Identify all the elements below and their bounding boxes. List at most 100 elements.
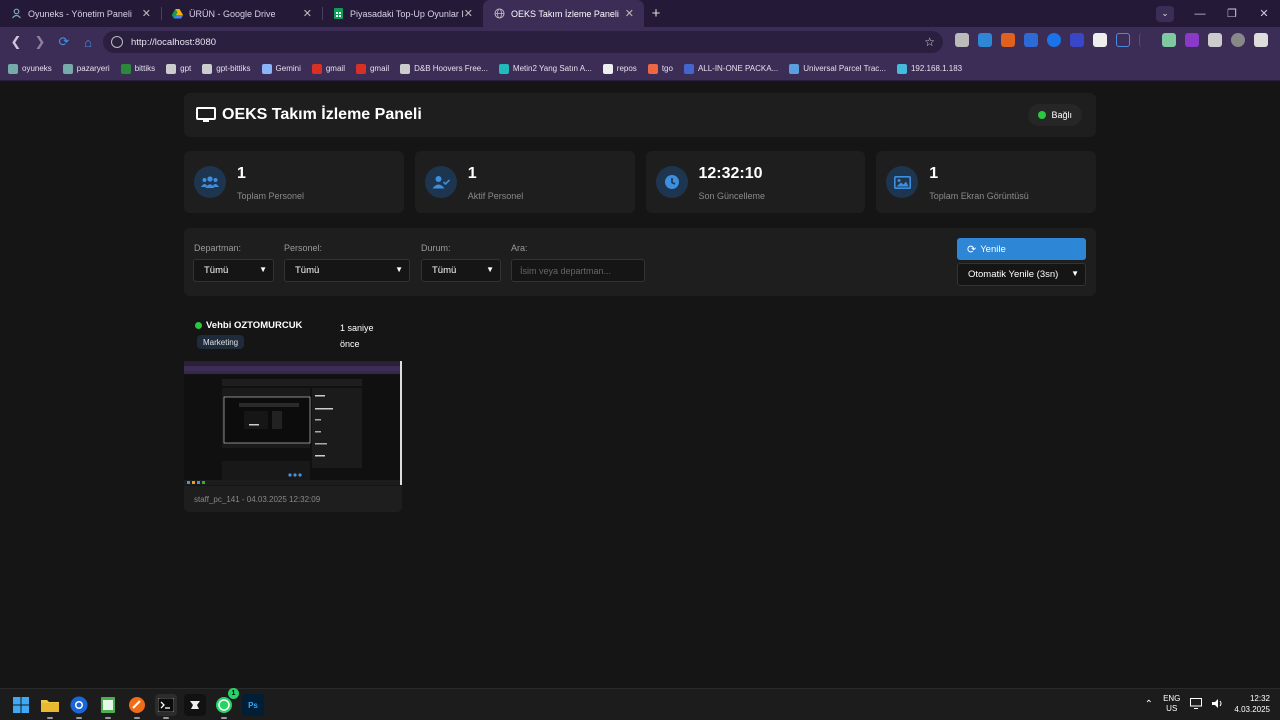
stat-label: Toplam Personel — [237, 191, 305, 201]
bookmark-item[interactable]: pazaryeri — [62, 63, 110, 74]
notepad-icon[interactable] — [97, 694, 119, 719]
extension-icon[interactable] — [1070, 33, 1084, 47]
bookmark-item[interactable]: Gemini — [261, 63, 301, 74]
clock-date: 4.03.2025 — [1234, 705, 1270, 714]
clock-icon — [655, 166, 688, 198]
extension-icon[interactable] — [1185, 33, 1199, 47]
tab-oyuneks[interactable]: Oyuneks - Yönetim Paneli ✕ — [0, 0, 161, 27]
bookmark-item[interactable]: gmail — [311, 63, 345, 74]
translate-extension-icon[interactable] — [1047, 33, 1061, 47]
chevron-up-icon[interactable]: ⌃ — [1145, 699, 1153, 710]
chevron-down-icon: ▼ — [1071, 269, 1079, 278]
bookmark-label: pazaryeri — [76, 64, 110, 73]
bookmark-icon — [8, 63, 18, 74]
bookmark-item[interactable]: D&B Hoovers Free... — [400, 63, 488, 74]
back-icon[interactable]: ❮ — [4, 34, 28, 50]
volume-icon[interactable] — [1212, 698, 1224, 711]
bookmark-item[interactable]: gmail — [355, 63, 390, 74]
postman-icon[interactable] — [126, 694, 148, 719]
page-header: OEKS Takım İzleme Paneli Bağlı — [184, 93, 1096, 137]
labs-icon[interactable] — [1162, 33, 1176, 47]
search-placeholder: İsim veya departman... — [520, 265, 612, 276]
photoshop-label: Ps — [248, 700, 258, 710]
globe-icon — [493, 8, 505, 20]
address-bar[interactable]: http://localhost:8080 ☆ — [103, 31, 943, 53]
bookmark-item[interactable]: bittiks — [120, 63, 155, 74]
extension-icon[interactable] — [1116, 33, 1130, 47]
tab-title: OEKS Takım İzleme Paneli — [511, 8, 619, 19]
site-info-icon[interactable] — [111, 36, 123, 48]
avatar[interactable] — [1231, 33, 1245, 47]
extension-icon[interactable] — [1024, 33, 1038, 47]
department-select[interactable]: Tümü ▼ — [193, 259, 274, 282]
camera-extension-icon[interactable] — [955, 33, 969, 47]
close-window-icon[interactable]: ✕ — [1248, 7, 1280, 20]
home-icon[interactable]: ⌂ — [76, 35, 100, 50]
bookmark-star-icon[interactable]: ☆ — [924, 35, 935, 49]
downloads-icon[interactable] — [1208, 33, 1222, 47]
status-select-value: Tümü — [432, 265, 457, 276]
status-select[interactable]: Tümü ▼ — [421, 259, 501, 282]
bookmarks-bar: oyuneks pazaryeri bittiks gpt gpt-bittiks Gem… — [0, 57, 1280, 81]
tab-sheets[interactable]: Piyasadaki Top-Up Oyunlar ID Y ✕ — [322, 0, 483, 27]
windows-start-icon[interactable] — [10, 694, 32, 716]
bookmark-icon — [166, 63, 177, 74]
extension-icons — [955, 33, 1268, 47]
photoshop-icon[interactable]: Ps — [242, 694, 264, 716]
bookmark-icon — [683, 63, 694, 74]
close-icon[interactable]: ✕ — [625, 7, 634, 20]
app-icon[interactable] — [184, 694, 206, 716]
file-explorer-icon[interactable] — [39, 694, 61, 719]
bookmark-label: D&B Hoovers Free... — [414, 64, 488, 73]
stat-label: Toplam Ekran Görüntüsü — [929, 191, 1029, 201]
personnel-select[interactable]: Tümü ▼ — [284, 259, 410, 282]
bookmark-item[interactable]: Universal Parcel Trac... — [789, 63, 886, 74]
maximize-icon[interactable]: ❐ — [1216, 7, 1248, 20]
bookmark-item[interactable]: gpt-bittiks — [202, 63, 251, 74]
search-input[interactable]: İsim veya departman... — [511, 259, 645, 282]
bookmark-item[interactable]: repos — [602, 63, 637, 74]
extension-icon[interactable] — [1001, 33, 1015, 47]
terminal-icon[interactable] — [155, 694, 177, 719]
staff-card[interactable]: Vehbi OZTOMURCUK Marketing 1 saniye önce — [184, 314, 402, 514]
browser-icon[interactable] — [68, 694, 90, 719]
bookmark-item[interactable]: oyuneks — [8, 63, 52, 74]
download-extension-icon[interactable] — [978, 33, 992, 47]
page-title: OEKS Takım İzleme Paneli — [222, 106, 422, 123]
tab-oeks-panel[interactable]: OEKS Takım İzleme Paneli ✕ — [483, 0, 644, 27]
network-icon[interactable] — [1190, 697, 1203, 711]
auto-refresh-select[interactable]: Otomatik Yenile (3sn) ▼ — [957, 263, 1086, 286]
chevron-down-icon[interactable]: ⌄ — [1156, 5, 1174, 22]
bookmark-item[interactable]: ALL-IN-ONE PACKA... — [683, 63, 778, 74]
close-icon[interactable]: ✕ — [464, 7, 473, 20]
bookmark-label: 192.168.1.183 — [910, 64, 963, 73]
close-icon[interactable]: ✕ — [142, 7, 151, 20]
refresh-icon: ⟳ — [967, 243, 977, 256]
menu-icon[interactable] — [1254, 33, 1268, 47]
bookmark-icon — [120, 63, 131, 74]
new-tab-button[interactable]: + — [644, 0, 668, 27]
forward-icon[interactable]: ❯ — [28, 34, 52, 50]
language-indicator[interactable]: ENG US — [1163, 694, 1180, 714]
bookmark-label: Universal Parcel Trac... — [803, 64, 886, 73]
minimize-icon[interactable]: — — [1184, 8, 1216, 20]
refresh-button[interactable]: ⟳ Yenile — [957, 238, 1086, 260]
bookmark-icon — [498, 63, 509, 74]
close-icon[interactable]: ✕ — [303, 7, 312, 20]
bookmark-item[interactable]: 192.168.1.183 — [896, 63, 963, 74]
department-select-value: Tümü — [204, 265, 229, 276]
bookmark-label: Metin2 Yang Satın A... — [512, 64, 592, 73]
bookmark-item[interactable]: gpt — [166, 63, 191, 74]
bookmark-item[interactable]: tgo — [647, 63, 673, 74]
reload-icon[interactable]: ⟳ — [52, 34, 76, 50]
refresh-button-label: Yenile — [980, 243, 1006, 255]
clock[interactable]: 12:32 4.03.2025 — [1234, 693, 1270, 715]
whatsapp-icon[interactable]: 1 — [213, 688, 239, 719]
tab-google-drive[interactable]: ÜRÜN - Google Drive ✕ — [161, 0, 322, 27]
screenshot-thumbnail[interactable] — [184, 361, 402, 485]
bookmark-item[interactable]: Metin2 Yang Satın A... — [498, 63, 592, 74]
extension-icon[interactable] — [1093, 33, 1107, 47]
bookmark-label: gmail — [369, 64, 390, 73]
screenshot-caption: staff_pc_141 - 04.03.2025 12:32:09 — [184, 486, 402, 512]
search-label: Ara: — [511, 243, 528, 253]
